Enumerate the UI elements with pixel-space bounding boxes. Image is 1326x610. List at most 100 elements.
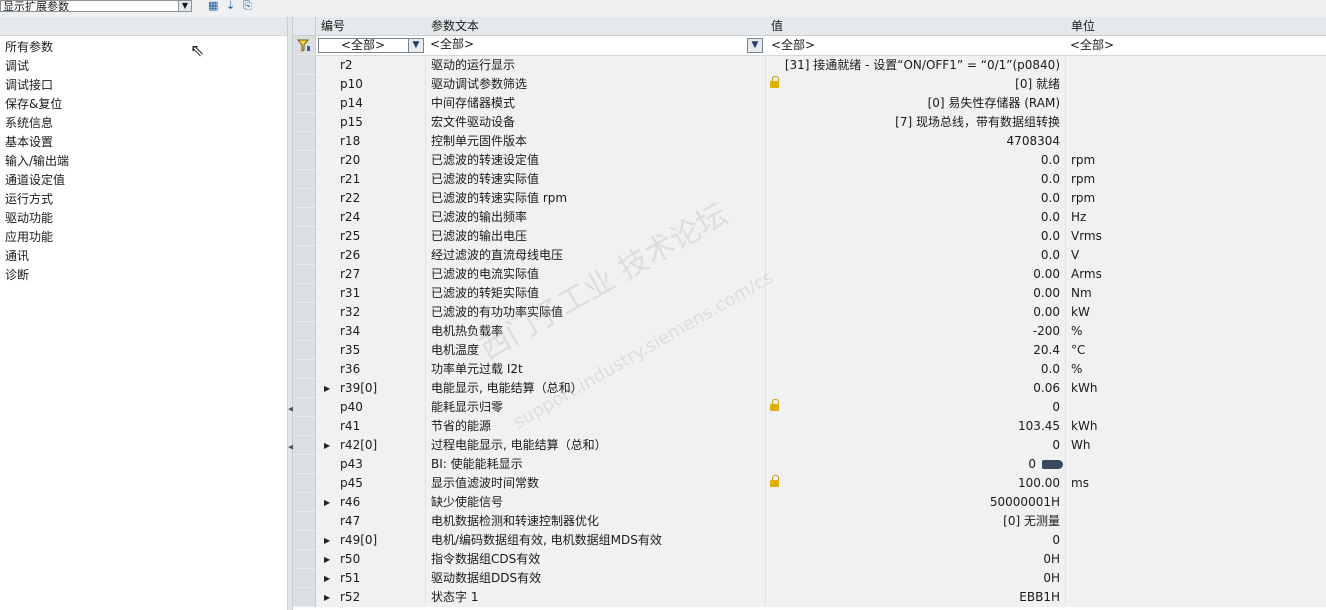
table-row[interactable]: p45 显示值滤波时间常数 100.00 ms [293, 474, 1326, 494]
parameter-value-cell[interactable]: 0 [766, 455, 1066, 474]
table-row[interactable]: p14 中间存储器模式 [0] 易失性存储器 (RAM) [293, 94, 1326, 114]
row-selector[interactable] [293, 569, 316, 588]
row-selector[interactable] [293, 303, 316, 322]
parameter-value-cell[interactable]: 0.0 [766, 151, 1066, 170]
table-row[interactable]: p10 驱动调试参数筛选 [0] 就绪 [293, 75, 1326, 95]
nav-item[interactable]: 运行方式 [0, 190, 287, 209]
row-selector[interactable] [293, 94, 316, 113]
sort-down-icon[interactable]: ⇣ [226, 0, 235, 12]
parameter-value-cell[interactable]: 0H [766, 550, 1066, 569]
parameter-value-cell[interactable]: 0 [766, 398, 1066, 417]
nav-item[interactable]: 保存&复位 [0, 95, 287, 114]
parameter-value-cell[interactable]: 0.0 [766, 227, 1066, 246]
export-icon[interactable]: ⎘ [243, 0, 252, 12]
row-selector[interactable] [293, 132, 316, 151]
parameter-value-cell[interactable]: 0.0 [766, 170, 1066, 189]
table-row[interactable]: ▶ r42[0] 过程电能显示, 电能结算（总和） 0 Wh [293, 436, 1326, 456]
expand-all-icon[interactable]: ▦ [208, 0, 218, 12]
table-row[interactable]: r36 功率单元过载 I2t 0.0% [293, 360, 1326, 380]
table-row[interactable]: r26 经过滤波的直流母线电压 0.0 V [293, 246, 1326, 266]
table-row[interactable]: ▶ r49[0] 电机/编码数据组有效, 电机数据组MDS有效 0 [293, 531, 1326, 551]
table-row[interactable]: r41 节省的能源 103.45 kWh [293, 417, 1326, 437]
parameter-value-cell[interactable]: [0] 无测量 [766, 512, 1066, 531]
expand-arrow-icon[interactable]: ▶ [324, 379, 330, 398]
table-row[interactable]: r24 已滤波的输出频率 0.0 Hz [293, 208, 1326, 228]
expand-arrow-icon[interactable]: ▶ [324, 436, 330, 455]
table-row[interactable]: r31 已滤波的转矩实际值 0.00 Nm [293, 284, 1326, 304]
nav-item[interactable]: 所有参数 [0, 38, 287, 57]
row-selector[interactable] [293, 189, 316, 208]
row-selector[interactable] [293, 113, 316, 132]
parameter-value-cell[interactable]: 0.00 [766, 284, 1066, 303]
parameter-value-cell[interactable]: 4708304 [766, 132, 1066, 151]
row-selector[interactable] [293, 322, 316, 341]
parameter-value-cell[interactable]: 0.00 [766, 265, 1066, 284]
chevron-down-icon[interactable]: ▼ [408, 39, 423, 52]
table-row[interactable]: p15 宏文件驱动设备 [7] 现场总线，带有数据组转换 [293, 113, 1326, 133]
value-filter[interactable]: <全部> [771, 36, 815, 55]
table-row[interactable]: r21 已滤波的转速实际值 0.0 rpm [293, 170, 1326, 190]
nav-item[interactable]: 通讯 [0, 247, 287, 266]
parameter-value-cell[interactable]: EBB1H [766, 588, 1066, 607]
text-filter[interactable]: <全部> ▼ [428, 38, 765, 53]
row-selector[interactable] [293, 227, 316, 246]
row-selector[interactable] [293, 265, 316, 284]
table-row[interactable]: ▶ r52 状态字 1 EBB1H [293, 588, 1326, 608]
parameter-value-cell[interactable]: [0] 就绪 [766, 75, 1066, 94]
table-row[interactable]: r20 已滤波的转速设定值 0.0 rpm [293, 151, 1326, 171]
row-selector[interactable] [293, 56, 316, 75]
row-selector[interactable] [293, 588, 316, 607]
row-selector[interactable] [293, 512, 316, 531]
parameter-value-cell[interactable]: 100.00 [766, 474, 1066, 493]
parameter-value-cell[interactable]: 0.0 [766, 360, 1066, 379]
table-row[interactable]: ▶ r39[0] 电能显示, 电能结算（总和） 0.06 kWh [293, 379, 1326, 399]
table-row[interactable]: ▶ r51 驱动数据组DDS有效 0H [293, 569, 1326, 589]
table-row[interactable]: r47 电机数据检测和转速控制器优化 [0] 无测量 [293, 512, 1326, 532]
header-unit[interactable]: 单位 [1066, 17, 1326, 35]
row-selector[interactable] [293, 246, 316, 265]
table-row[interactable]: r2 驱动的运行显示 [31] 接通就绪 - 设置“ON/OFF1” = “0/1”… [293, 56, 1326, 76]
filter-icon[interactable] [297, 39, 311, 52]
view-select[interactable]: 显示扩展参数 ▼ [0, 0, 192, 12]
parameter-value-cell[interactable]: 0.0 [766, 246, 1066, 265]
unit-filter[interactable]: <全部> [1070, 36, 1114, 55]
table-row[interactable]: r32 已滤波的有功功率实际值 0.00 kW [293, 303, 1326, 323]
table-row[interactable]: p43 BI: 使能能耗显示 0 [293, 455, 1326, 475]
expand-arrow-icon[interactable]: ▶ [324, 493, 330, 512]
table-row[interactable]: r22 已滤波的转速实际值 rpm 0.0 rpm [293, 189, 1326, 209]
parameter-value-cell[interactable]: [31] 接通就绪 - 设置“ON/OFF1” = “0/1”(p0840) [766, 56, 1066, 75]
parameter-value-cell[interactable]: 20.4 [766, 341, 1066, 360]
row-selector[interactable] [293, 436, 316, 455]
row-selector[interactable] [293, 417, 316, 436]
nav-item[interactable]: 调试接口 [0, 76, 287, 95]
parameter-value-cell[interactable]: 0.00 [766, 303, 1066, 322]
row-selector[interactable] [293, 170, 316, 189]
parameter-value-cell[interactable]: 103.45 [766, 417, 1066, 436]
nav-item[interactable]: 基本设置 [0, 133, 287, 152]
row-selector[interactable] [293, 398, 316, 417]
expand-arrow-icon[interactable]: ▶ [324, 531, 330, 550]
table-row[interactable]: r34 电机热负载率 -200% [293, 322, 1326, 342]
table-row[interactable]: r18 控制单元固件版本 4708304 [293, 132, 1326, 152]
nav-item[interactable]: 驱动功能 [0, 209, 287, 228]
nav-item[interactable]: 诊断 [0, 266, 287, 285]
table-row[interactable]: ▶ r46 缺少使能信号 50000001H [293, 493, 1326, 513]
parameter-value-cell[interactable]: [7] 现场总线，带有数据组转换 [766, 113, 1066, 132]
table-row[interactable]: r27 已滤波的电流实际值 0.00 Arms [293, 265, 1326, 285]
table-row[interactable]: ▶ r50 指令数据组CDS有效 0H [293, 550, 1326, 570]
chevron-down-icon[interactable]: ▼ [178, 1, 191, 11]
row-selector[interactable] [293, 493, 316, 512]
row-selector[interactable] [293, 379, 316, 398]
header-parameter-text[interactable]: 参数文本 [426, 17, 766, 35]
header-value[interactable]: 值 [766, 17, 1066, 35]
parameter-value-cell[interactable]: 50000001H [766, 493, 1066, 512]
chevron-down-icon[interactable]: ▼ [747, 38, 763, 53]
parameter-value-cell[interactable]: [0] 易失性存储器 (RAM) [766, 94, 1066, 113]
header-number[interactable]: 编号 [316, 17, 426, 35]
row-selector[interactable] [293, 455, 316, 474]
row-selector[interactable] [293, 550, 316, 569]
parameter-value-cell[interactable]: -200 [766, 322, 1066, 341]
nav-item[interactable]: 输入/输出端 [0, 152, 287, 171]
row-selector[interactable] [293, 151, 316, 170]
row-selector[interactable] [293, 75, 316, 94]
